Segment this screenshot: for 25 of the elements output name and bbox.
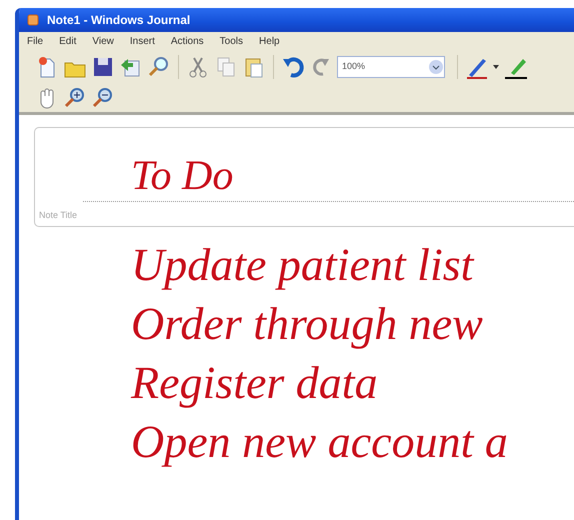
- caret-icon[interactable]: [493, 64, 499, 70]
- save-icon[interactable]: [91, 55, 115, 79]
- menu-item[interactable]: Actions: [170, 34, 204, 48]
- handwritten-line: Open new account a: [131, 415, 508, 469]
- zoom-value: 100%: [342, 60, 366, 74]
- zoom-dropdown[interactable]: 100%: [337, 56, 445, 78]
- handwritten-line: Register data: [131, 356, 378, 410]
- handwritten-title: To Do: [131, 152, 234, 201]
- zoom-in-icon[interactable]: [63, 86, 87, 110]
- menu-item[interactable]: Help: [259, 34, 280, 48]
- menu-item[interactable]: View: [92, 34, 114, 48]
- handwritten-line: Update patient list: [131, 238, 474, 292]
- note-title-label: Note Title: [38, 210, 78, 220]
- menu-item[interactable]: Tools: [220, 34, 244, 48]
- note-title-area[interactable]: To Do Note Title: [34, 127, 574, 227]
- menu-item[interactable]: File: [27, 34, 44, 48]
- zoom-out-icon[interactable]: [91, 86, 115, 110]
- app-icon: [27, 14, 39, 26]
- window-title: Note1 - Windows Journal: [47, 13, 190, 27]
- caret-icon: [428, 59, 444, 75]
- search-icon[interactable]: [147, 55, 171, 79]
- menu-item[interactable]: Edit: [59, 34, 76, 48]
- menu-item[interactable]: Insert: [130, 34, 155, 48]
- undo-icon[interactable]: [281, 55, 305, 79]
- handwritten-line: Order through new: [131, 297, 483, 351]
